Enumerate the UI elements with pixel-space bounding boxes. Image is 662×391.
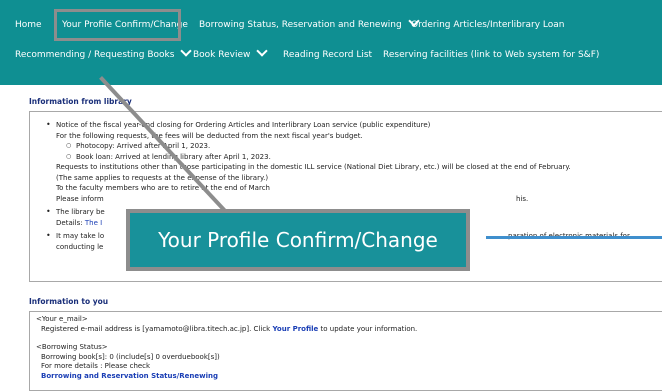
notice-line: Requests to institutions other than thos… (56, 163, 571, 171)
callout-label: Your Profile Confirm/Change (126, 209, 470, 271)
highlight-box (54, 9, 181, 41)
notice-subitem: Photocopy: Arrived after April 1, 2023. (36, 141, 659, 152)
borrow-line: For more details : Please check (41, 362, 151, 370)
nav-recommending-books[interactable]: Recommending / Requesting Books (15, 45, 193, 61)
accent-line (486, 236, 662, 239)
nav-book-review-label: Book Review (193, 50, 251, 60)
library-info-title: Information from library (29, 97, 132, 106)
nav-recommending-books-label: Recommending / Requesting Books (15, 50, 175, 60)
borrow-line: Borrowing book[s]: 0 (include[s] 0 overd… (41, 352, 220, 361)
email-line: Registered e-mail address is [yamamoto@l… (36, 325, 659, 335)
nav-ordering-articles[interactable]: Ordering Articles/Interlibrary Loan (411, 19, 564, 31)
nav-home[interactable]: Home (15, 19, 42, 31)
nav-borrowing-status-label: Borrowing Status, Reservation and Renewi… (199, 20, 402, 30)
chevron-down-icon (180, 45, 193, 57)
details-link[interactable]: The I (85, 219, 102, 227)
email-heading: <Your e_mail> (36, 315, 88, 323)
user-info-panel: <Your e_mail> Registered e-mail address … (29, 311, 662, 391)
notice-text: Please inform (56, 194, 104, 203)
borrow-heading: <Borrowing Status> (36, 343, 108, 351)
notice-line: Please inform his. (36, 194, 659, 205)
email-text: Registered e-mail address is [yamamoto@l… (41, 324, 271, 333)
notice-subitem: Book loan: Arrived at lending library af… (36, 152, 659, 163)
your-profile-link[interactable]: Your Profile (272, 325, 318, 333)
chevron-down-icon (256, 45, 269, 57)
email-after: to update your information. (320, 324, 418, 333)
user-info-title: Information to you (29, 297, 109, 306)
notice-text: Details: (56, 218, 83, 227)
nav-reading-record[interactable]: Reading Record List (283, 49, 372, 61)
borrowing-status-link[interactable]: Borrowing and Reservation Status/Renewin… (36, 372, 659, 382)
notice-text: It may take lo (56, 232, 105, 240)
notice-line: For the following requests, the fees wil… (56, 131, 363, 140)
top-navigation: Home Your Profile Confirm/Change Borrowi… (0, 0, 662, 85)
notice-text: his. (516, 194, 529, 203)
notice-line: Notice of the fiscal year-end closing fo… (36, 120, 659, 131)
notice-line: (The same applies to requests at the exp… (56, 173, 269, 182)
nav-book-review[interactable]: Book Review (193, 45, 269, 61)
nav-reserving-facilities[interactable]: Reserving facilities (link to Web system… (383, 49, 599, 61)
nav-borrowing-status[interactable]: Borrowing Status, Reservation and Renewi… (199, 15, 420, 31)
notice-line: To the faculty members who are to retire… (56, 184, 270, 192)
